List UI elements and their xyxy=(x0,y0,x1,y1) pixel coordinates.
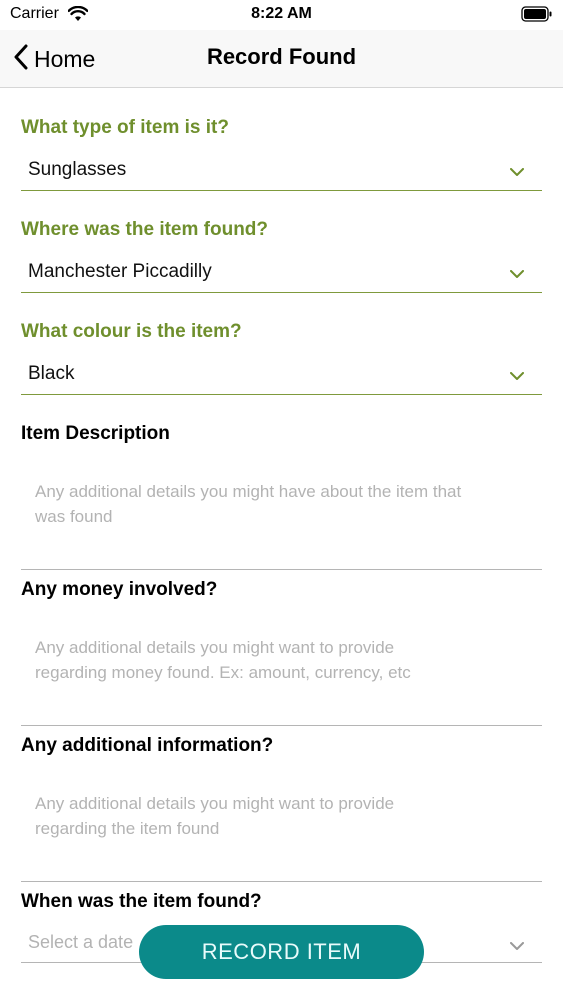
item-type-label: What type of item is it? xyxy=(21,117,229,138)
chevron-down-icon xyxy=(510,368,524,386)
colour-group: What colour is the item? Black xyxy=(21,321,542,395)
location-label: Where was the item found? xyxy=(21,219,269,240)
additional-info-label: Any additional information? xyxy=(21,735,274,756)
item-type-value: Sunglasses xyxy=(28,159,127,180)
description-input[interactable]: Any additional details you might have ab… xyxy=(21,455,542,570)
chevron-down-icon xyxy=(510,164,524,182)
date-label: When was the item found? xyxy=(21,891,262,912)
date-placeholder: Select a date xyxy=(28,932,134,952)
description-group: Item Description Any additional details … xyxy=(21,423,542,570)
money-placeholder-line1: Any additional details you might want to… xyxy=(35,638,395,657)
money-placeholder-line2: regarding money found. Ex: amount, curre… xyxy=(35,663,411,682)
money-label: Any money involved? xyxy=(21,579,218,600)
additional-info-input[interactable]: Any additional details you might want to… xyxy=(21,767,542,882)
chevron-down-icon xyxy=(510,938,524,956)
location-select[interactable]: Manchester Piccadilly xyxy=(21,255,542,293)
additional-info-placeholder-line2: regarding the item found xyxy=(35,819,220,838)
colour-label: What colour is the item? xyxy=(21,321,242,342)
chevron-down-icon xyxy=(510,266,524,284)
money-input[interactable]: Any additional details you might want to… xyxy=(21,611,542,726)
description-placeholder-line2: was found xyxy=(35,507,113,526)
location-group: Where was the item found? Manchester Pic… xyxy=(21,219,542,293)
description-placeholder-line1: Any additional details you might have ab… xyxy=(35,482,462,501)
item-type-select[interactable]: Sunglasses xyxy=(21,153,542,191)
record-item-button[interactable]: RECORD ITEM xyxy=(139,925,424,979)
status-time: 8:22 AM xyxy=(251,5,312,22)
colour-select[interactable]: Black xyxy=(21,357,542,395)
colour-value: Black xyxy=(28,363,75,384)
description-label: Item Description xyxy=(21,423,170,444)
page-title: Record Found xyxy=(206,44,357,69)
additional-info-group: Any additional information? Any addition… xyxy=(21,735,542,882)
battery-icon xyxy=(521,6,553,22)
status-bar: Carrier 8:22 AM xyxy=(0,0,563,30)
navigation-bar: Home Record Found xyxy=(0,30,563,88)
money-group: Any money involved? Any additional detai… xyxy=(21,579,542,726)
item-type-group: What type of item is it? Sunglasses xyxy=(21,117,542,191)
additional-info-placeholder-line1: Any additional details you might want to… xyxy=(35,794,395,813)
location-value: Manchester Piccadilly xyxy=(28,261,212,282)
date-group: When was the item found? xyxy=(21,891,542,913)
